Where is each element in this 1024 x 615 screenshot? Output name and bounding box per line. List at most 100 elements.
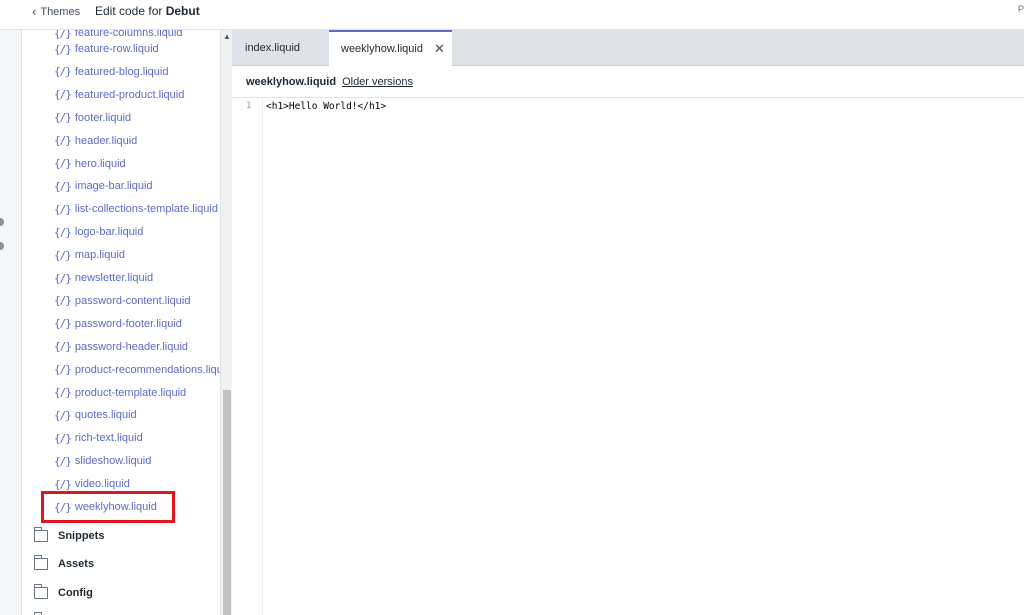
file-name: password-content.liquid <box>74 294 191 307</box>
older-versions-link[interactable]: Older versions <box>342 76 413 88</box>
sidebar-file-map[interactable]: {/} map.liquid <box>54 244 221 266</box>
top-right-text[interactable]: P <box>1018 4 1024 14</box>
file-name: image-bar.liquid <box>74 180 153 193</box>
folder-label: Assets <box>58 558 95 570</box>
file-name: feature-row.liquid <box>74 43 159 55</box>
code-editor[interactable]: 1 <h1>Hello World!</h1> <box>232 98 1024 615</box>
liquid-file-icon: {/} <box>54 477 72 491</box>
file-name: video.liquid <box>74 478 130 491</box>
liquid-file-icon: {/} <box>54 500 72 514</box>
liquid-file-icon: {/} <box>54 88 72 102</box>
liquid-file-icon: {/} <box>54 111 72 125</box>
file-info-bar: weeklyhow.liquid Older versions <box>232 66 1024 98</box>
tab-index-liquid[interactable]: index.liquid <box>232 30 329 66</box>
liquid-file-icon: {/} <box>54 65 72 79</box>
file-name: product-recommendations.liquid <box>74 363 221 376</box>
file-name: featured-product.liquid <box>74 88 185 101</box>
sidebar-file-hero[interactable]: {/} hero.liquid <box>54 153 221 175</box>
folder-icon <box>33 527 48 542</box>
file-name: rich-text.liquid <box>74 432 143 445</box>
file-name: newsletter.liquid <box>74 272 154 284</box>
sidebar-file-image-bar[interactable]: {/} image-bar.liquid <box>54 175 221 197</box>
sidebar-file-video[interactable]: {/} video.liquid <box>54 473 221 495</box>
file-name: weeklyhow.liquid <box>74 501 157 513</box>
file-name: password-header.liquid <box>74 340 189 353</box>
liquid-file-icon: {/} <box>54 179 72 193</box>
file-name: header.liquid <box>74 134 138 147</box>
sidebar-file-list-collections-template[interactable]: {/} list-collections-template.liquid <box>54 198 221 220</box>
file-name: slideshow.liquid <box>74 455 152 468</box>
page-title: Edit code for Debut <box>95 4 200 18</box>
file-name: map.liquid <box>74 249 126 262</box>
folder-icon <box>33 584 48 599</box>
file-name: footer.liquid <box>74 111 132 124</box>
file-name: featured-blog.liquid <box>74 65 169 78</box>
file-sidebar: {/} feature-columns.liquid {/} feature-ro… <box>22 30 221 615</box>
folder-icon <box>33 555 48 570</box>
line-number-gutter: 1 <box>232 98 263 615</box>
tab-label: weeklyhow.liquid <box>341 43 423 55</box>
sidebar-file-featured-blog[interactable]: {/} featured-blog.liquid <box>54 61 221 83</box>
chevron-left-icon: ‹ <box>32 4 37 19</box>
sidebar-file-quotes[interactable]: {/} quotes.liquid <box>54 404 221 426</box>
folder-assets[interactable]: Assets <box>33 553 95 575</box>
folder-label: Snippets <box>58 530 105 542</box>
line-number: 1 <box>246 101 252 111</box>
sidebar-file-password-content[interactable]: {/} password-content.liquid <box>54 290 221 312</box>
liquid-file-icon: {/} <box>54 294 72 308</box>
sidebar-file-product-recommendations[interactable]: {/} product-recommendations.liquid <box>54 359 221 381</box>
liquid-file-icon: {/} <box>54 386 72 399</box>
liquid-file-icon: {/} <box>54 42 72 56</box>
title-prefix: Edit code for <box>95 4 166 18</box>
current-file-name: weeklyhow.liquid <box>246 75 337 88</box>
scroll-up-arrow-icon[interactable]: ▲ <box>223 32 231 41</box>
back-to-themes-link[interactable]: ‹ Themes <box>32 4 80 19</box>
liquid-file-icon: {/} <box>54 340 72 354</box>
tab-weeklyhow-liquid[interactable]: weeklyhow.liquid ✕ <box>329 30 452 66</box>
editor-tabs: index.liquid weeklyhow.liquid ✕ <box>232 30 1024 66</box>
sidebar-file-password-header[interactable]: {/} password-header.liquid <box>54 336 221 358</box>
theme-name: Debut <box>165 4 200 18</box>
file-name: quotes.liquid <box>74 409 137 422</box>
close-icon[interactable]: ✕ <box>434 41 445 57</box>
file-name: list-collections-template.liquid <box>74 203 218 216</box>
back-label: Themes <box>40 5 81 18</box>
scroll-thumb[interactable] <box>223 390 231 615</box>
file-name: product-template.liquid <box>74 386 187 399</box>
folder-config[interactable]: Config <box>33 582 93 604</box>
liquid-file-icon: {/} <box>54 202 72 216</box>
liquid-file-icon: {/} <box>54 225 72 239</box>
liquid-file-icon: {/} <box>54 408 72 422</box>
code-editor-page: ‹ Themes Edit code for Debut P {/} featu… <box>0 0 1024 615</box>
liquid-file-icon: {/} <box>54 363 72 377</box>
sidebar-scrollbar[interactable]: ▲ <box>220 30 232 615</box>
liquid-file-icon: {/} <box>54 431 72 445</box>
editor-pane: index.liquid weeklyhow.liquid ✕ weeklyho… <box>232 30 1024 615</box>
sidebar-file-footer[interactable]: {/} footer.liquid <box>54 107 221 129</box>
sidebar-file-weeklyhow[interactable]: {/} weeklyhow.liquid <box>54 496 221 518</box>
sidebar-file-password-footer[interactable]: {/} password-footer.liquid <box>54 313 221 335</box>
collapse-handle-icon[interactable] <box>0 242 4 250</box>
liquid-file-icon: {/} <box>54 317 72 331</box>
sidebar-file-logo-bar[interactable]: {/} logo-bar.liquid <box>54 221 221 243</box>
sidebar-file-featured-product[interactable]: {/} featured-product.liquid <box>54 84 221 106</box>
liquid-file-icon: {/} <box>54 248 72 262</box>
folder-snippets[interactable]: Snippets <box>33 525 105 547</box>
sidebar-file-rich-text[interactable]: {/} rich-text.liquid <box>54 427 221 449</box>
top-bar: ‹ Themes Edit code for Debut P <box>0 0 1024 30</box>
liquid-file-icon: {/} <box>54 454 72 468</box>
sidebar-file-slideshow[interactable]: {/} slideshow.liquid <box>54 450 221 472</box>
folder-partial[interactable] <box>33 610 48 615</box>
left-edge-panel <box>0 30 22 615</box>
sidebar-file-header[interactable]: {/} header.liquid <box>54 130 221 152</box>
file-name: password-footer.liquid <box>74 317 182 330</box>
folder-label: Config <box>58 587 93 599</box>
sidebar-file-product-template[interactable]: {/} product-template.liquid <box>54 382 221 404</box>
collapse-handle-icon[interactable] <box>0 218 4 226</box>
sidebar-file-newsletter[interactable]: {/} newsletter.liquid <box>54 267 221 289</box>
sidebar-file-feature-row[interactable]: {/} feature-row.liquid <box>54 38 221 60</box>
liquid-file-icon: {/} <box>54 134 72 148</box>
file-name: logo-bar.liquid <box>74 226 144 239</box>
liquid-file-icon: {/} <box>54 157 72 170</box>
code-line[interactable]: <h1>Hello World!</h1> <box>266 101 386 112</box>
